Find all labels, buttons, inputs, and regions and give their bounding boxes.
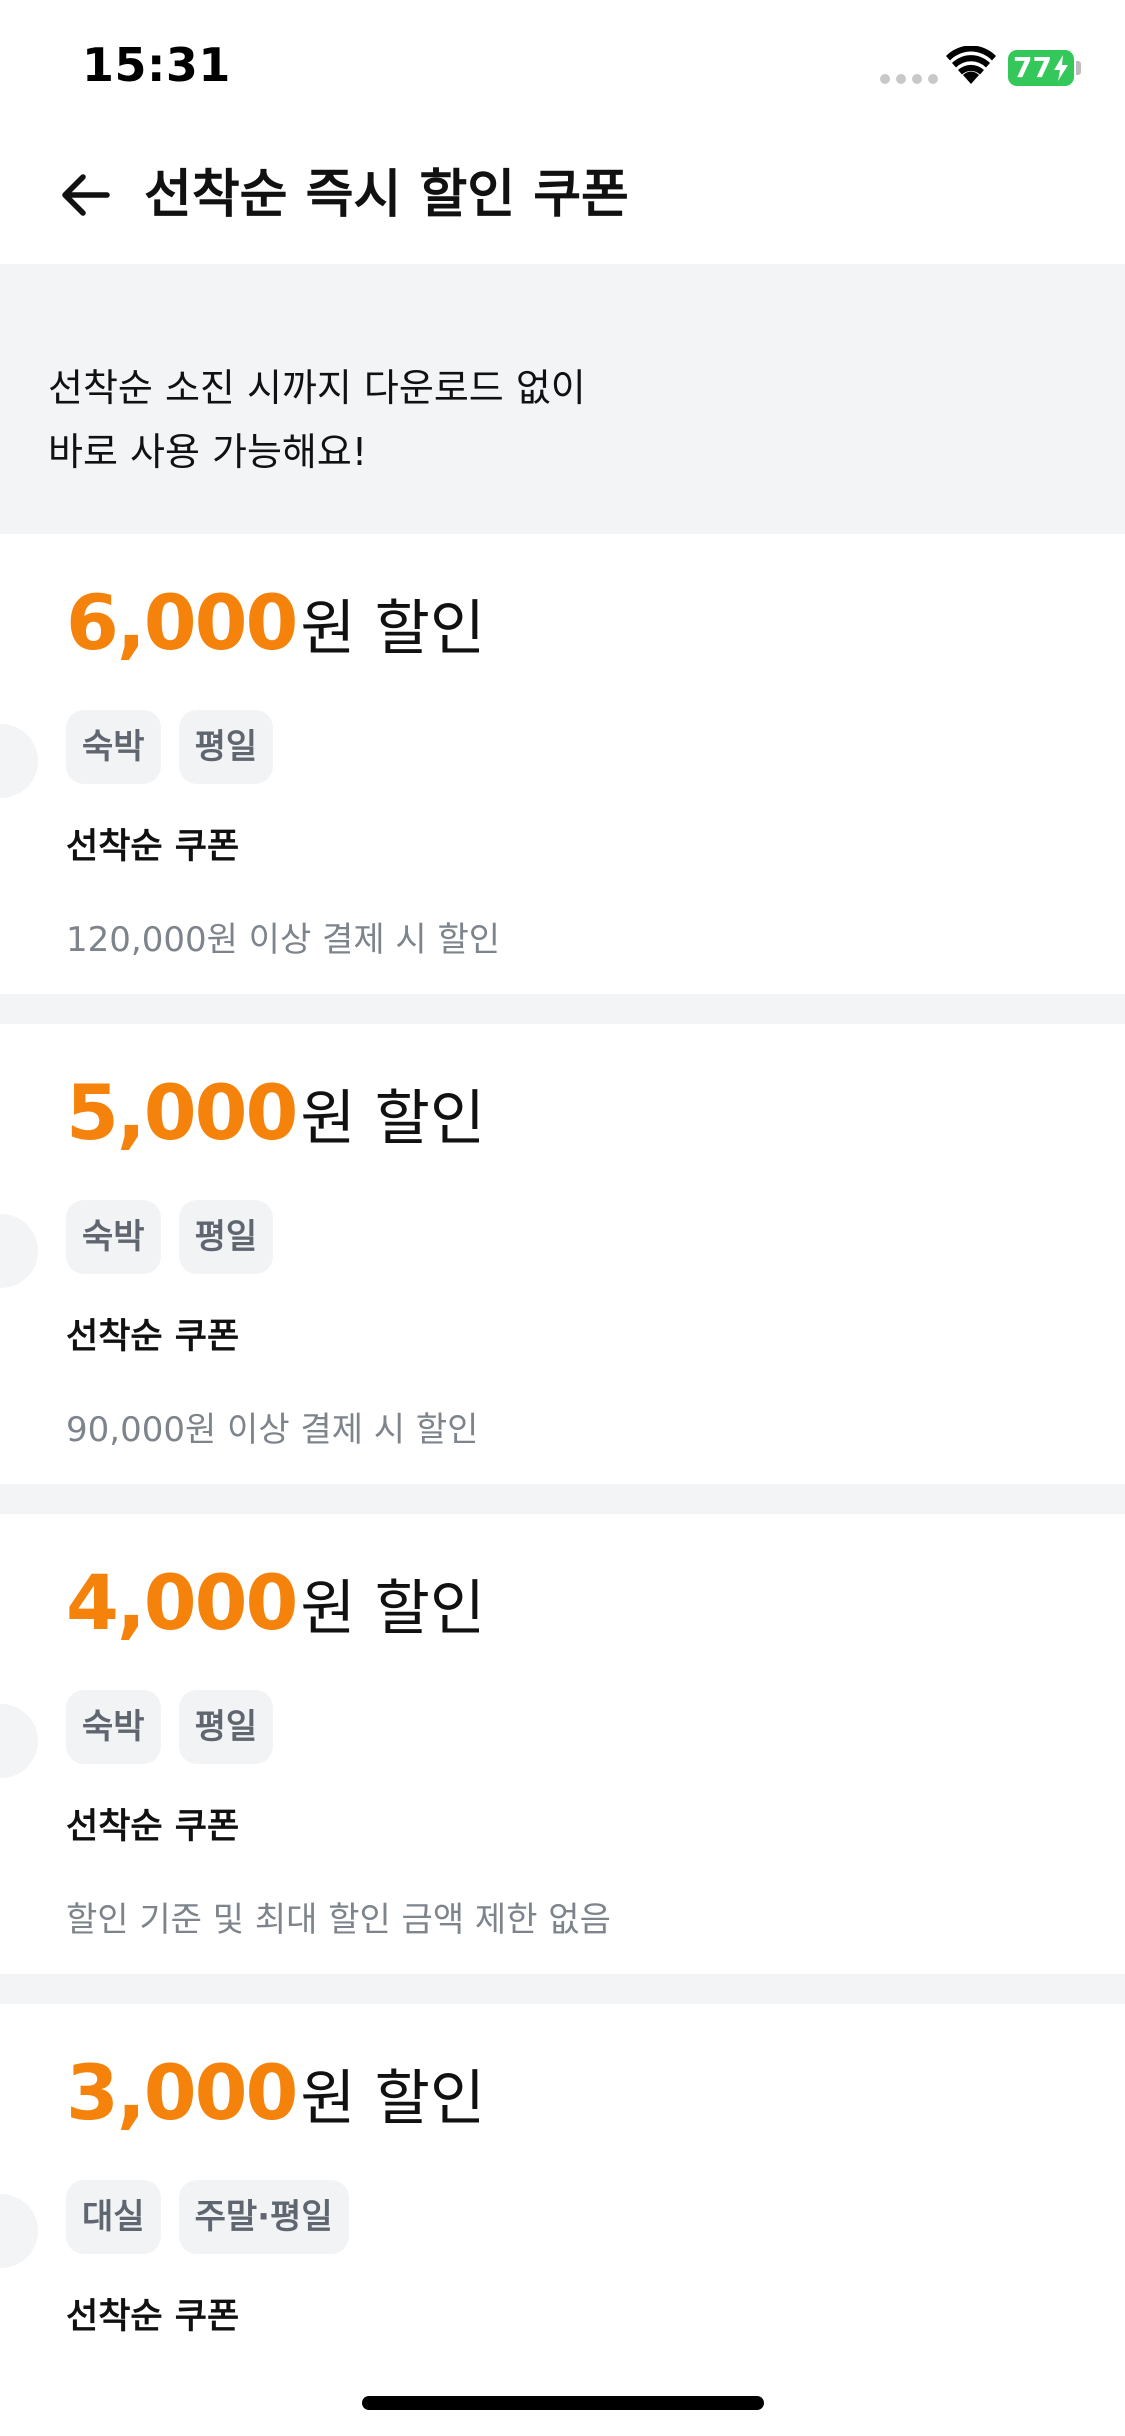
tag-weekday: 평일 [178, 1690, 274, 1764]
coupon-tags: 숙박 평일 [66, 710, 274, 784]
coupon-name: 선착순 쿠폰 [66, 2297, 240, 2337]
discount-suffix: 원 할인 [300, 1084, 486, 1154]
discount-amount: 5,000 [66, 1068, 298, 1157]
discount-suffix: 원 할인 [300, 1574, 486, 1644]
coupon-notch [0, 1704, 38, 1778]
discount-amount: 4,000 [66, 1558, 298, 1647]
coupon-card[interactable]: 6,000원 할인 숙박 평일 선착순 쿠폰 120,000원 이상 결제 시 … [0, 534, 1125, 994]
banner-line-2: 바로 사용 가능해요! [48, 430, 368, 474]
battery-level: 77 [1013, 51, 1052, 84]
coupon-list: 6,000원 할인 숙박 평일 선착순 쿠폰 120,000원 이상 결제 시 … [0, 534, 1125, 2436]
coupon-condition: 90,000원 이상 결제 시 할인 [66, 1410, 479, 1450]
cellular-signal-icon [880, 74, 938, 84]
home-indicator[interactable] [362, 2396, 764, 2410]
status-time: 15:31 [82, 38, 231, 92]
coupon-name: 선착순 쿠폰 [66, 827, 240, 867]
coupon-amount: 3,000원 할인 [66, 2048, 485, 2159]
tag-stay: 숙박 [66, 1200, 161, 1274]
coupon-notch [0, 1214, 38, 1288]
status-bar: 15:31 77 [0, 0, 1125, 132]
coupon-card[interactable]: 4,000원 할인 숙박 평일 선착순 쿠폰 할인 기준 및 최대 할인 금액 … [0, 1514, 1125, 1974]
coupon-tags: 대실 주말·평일 [66, 2180, 349, 2254]
coupon-card[interactable]: 5,000원 할인 숙박 평일 선착순 쿠폰 90,000원 이상 결제 시 할… [0, 1024, 1125, 1484]
coupon-screen: 15:31 77 선착순 즉시 할인 쿠폰 선착순 소진 시까지 다운로드 없이… [0, 0, 1125, 2436]
discount-amount: 6,000 [66, 578, 298, 667]
coupon-condition: 120,000원 이상 결제 시 할인 [66, 920, 501, 960]
coupon-name: 선착순 쿠폰 [66, 1317, 240, 1357]
charging-bolt-icon [1054, 55, 1068, 81]
coupon-notch [0, 2194, 38, 2268]
coupon-condition: 할인 기준 및 최대 할인 금액 제한 없음 [66, 1900, 611, 1940]
info-banner: 선착순 소진 시까지 다운로드 없이 바로 사용 가능해요! [0, 264, 1125, 534]
coupon-amount: 6,000원 할인 [66, 578, 485, 689]
discount-amount: 3,000 [66, 2048, 298, 2137]
wifi-icon [946, 46, 996, 84]
back-button[interactable] [52, 162, 118, 228]
tag-weekday: 평일 [178, 1200, 274, 1274]
coupon-amount: 4,000원 할인 [66, 1558, 485, 1669]
divider [0, 994, 1125, 1024]
page-title: 선착순 즉시 할인 쿠폰 [144, 165, 629, 225]
divider [0, 1974, 1125, 2004]
arrow-left-icon [62, 174, 110, 216]
tag-weekend-weekday: 주말·평일 [178, 2180, 349, 2254]
discount-suffix: 원 할인 [300, 594, 486, 664]
app-header: 선착순 즉시 할인 쿠폰 [0, 132, 1125, 264]
coupon-name: 선착순 쿠폰 [66, 1807, 240, 1847]
banner-text: 선착순 소진 시까지 다운로드 없이 바로 사용 가능해요! [48, 356, 586, 484]
divider [0, 1484, 1125, 1514]
tag-weekday: 평일 [178, 710, 274, 784]
coupon-card[interactable]: 3,000원 할인 대실 주말·평일 선착순 쿠폰 [0, 2004, 1125, 2436]
coupon-tags: 숙박 평일 [66, 1200, 274, 1274]
coupon-notch [0, 724, 38, 798]
tag-stay: 숙박 [66, 1690, 161, 1764]
battery-indicator: 77 [1008, 50, 1082, 86]
tag-rental: 대실 [66, 2180, 161, 2254]
coupon-tags: 숙박 평일 [66, 1690, 274, 1764]
discount-suffix: 원 할인 [300, 2064, 486, 2134]
banner-line-1: 선착순 소진 시까지 다운로드 없이 [48, 366, 586, 410]
tag-stay: 숙박 [66, 710, 161, 784]
coupon-amount: 5,000원 할인 [66, 1068, 485, 1179]
